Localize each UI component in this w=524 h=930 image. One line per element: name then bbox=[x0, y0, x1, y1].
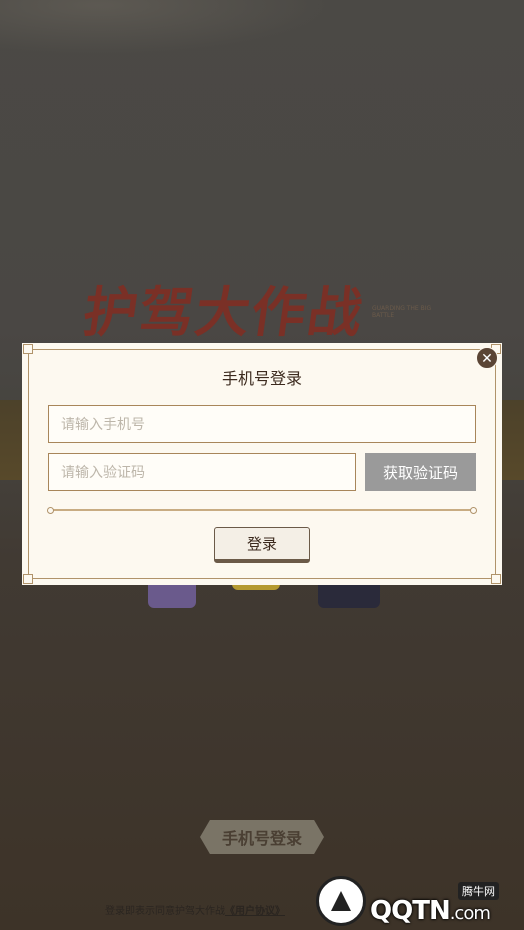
ornamental-divider bbox=[47, 507, 477, 514]
watermark-text: QQTN.com bbox=[370, 896, 491, 926]
phone-login-dialog: 手机号登录 ✕ 获取验证码 登录 bbox=[22, 343, 502, 585]
verification-code-input[interactable] bbox=[48, 453, 356, 491]
game-title-subtitle: GUARDING THE BIG BATTLE bbox=[372, 305, 432, 319]
get-code-button[interactable]: 获取验证码 bbox=[365, 453, 476, 491]
frame-corner bbox=[491, 574, 501, 584]
watermark-badge: 腾牛网 bbox=[458, 882, 499, 900]
site-watermark: QQTN.com 腾牛网 bbox=[316, 874, 522, 926]
watermark-logo-icon bbox=[316, 876, 366, 926]
frame-corner bbox=[23, 344, 33, 354]
agreement-notice: 登录即表示同意护驾大作战《用户协议》 bbox=[105, 902, 345, 917]
dialog-title: 手机号登录 bbox=[221, 369, 302, 388]
close-button[interactable]: ✕ bbox=[476, 347, 498, 369]
close-icon: ✕ bbox=[481, 351, 493, 367]
phone-input[interactable] bbox=[48, 405, 476, 443]
cloud-decoration bbox=[0, 0, 330, 55]
game-title-logo: 护驾大作战 bbox=[80, 280, 369, 338]
frame-corner bbox=[23, 574, 33, 584]
bottom-phone-login-button[interactable]: 手机号登录 bbox=[200, 820, 324, 854]
agreement-text: 登录即表示同意护驾大作战 bbox=[105, 906, 225, 917]
user-agreement-link[interactable]: 《用户协议》 bbox=[225, 906, 285, 917]
login-button[interactable]: 登录 bbox=[214, 527, 310, 563]
